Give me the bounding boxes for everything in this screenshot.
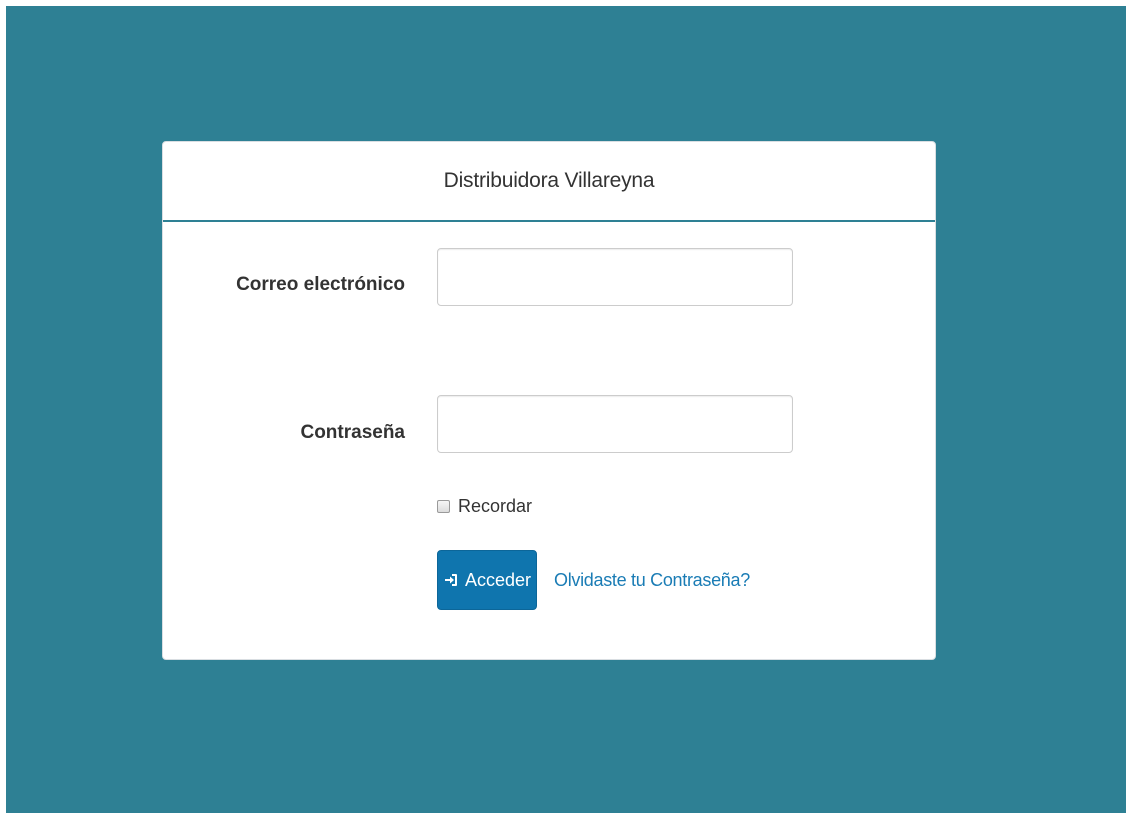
panel-title: Distribuidora Villareyna xyxy=(443,169,655,192)
password-field[interactable] xyxy=(437,395,793,453)
remember-checkbox[interactable] xyxy=(437,500,450,513)
remember-label[interactable]: Recordar xyxy=(458,496,532,517)
password-label: Contraseña xyxy=(300,422,405,443)
email-field[interactable] xyxy=(437,248,793,306)
remember-row: Recordar xyxy=(437,496,532,517)
login-button[interactable]: Acceder xyxy=(437,550,537,610)
login-button-label: Acceder xyxy=(464,569,532,590)
page-background: Distribuidora Villareyna Correo electrón… xyxy=(6,6,1126,813)
login-icon xyxy=(443,572,459,588)
panel-heading: Distribuidora Villareyna xyxy=(163,142,935,222)
login-panel: Distribuidora Villareyna Correo electrón… xyxy=(162,141,936,660)
email-label: Correo electrónico xyxy=(236,274,405,295)
forgot-password-link[interactable]: Olvidaste tu Contraseña? xyxy=(554,570,750,591)
